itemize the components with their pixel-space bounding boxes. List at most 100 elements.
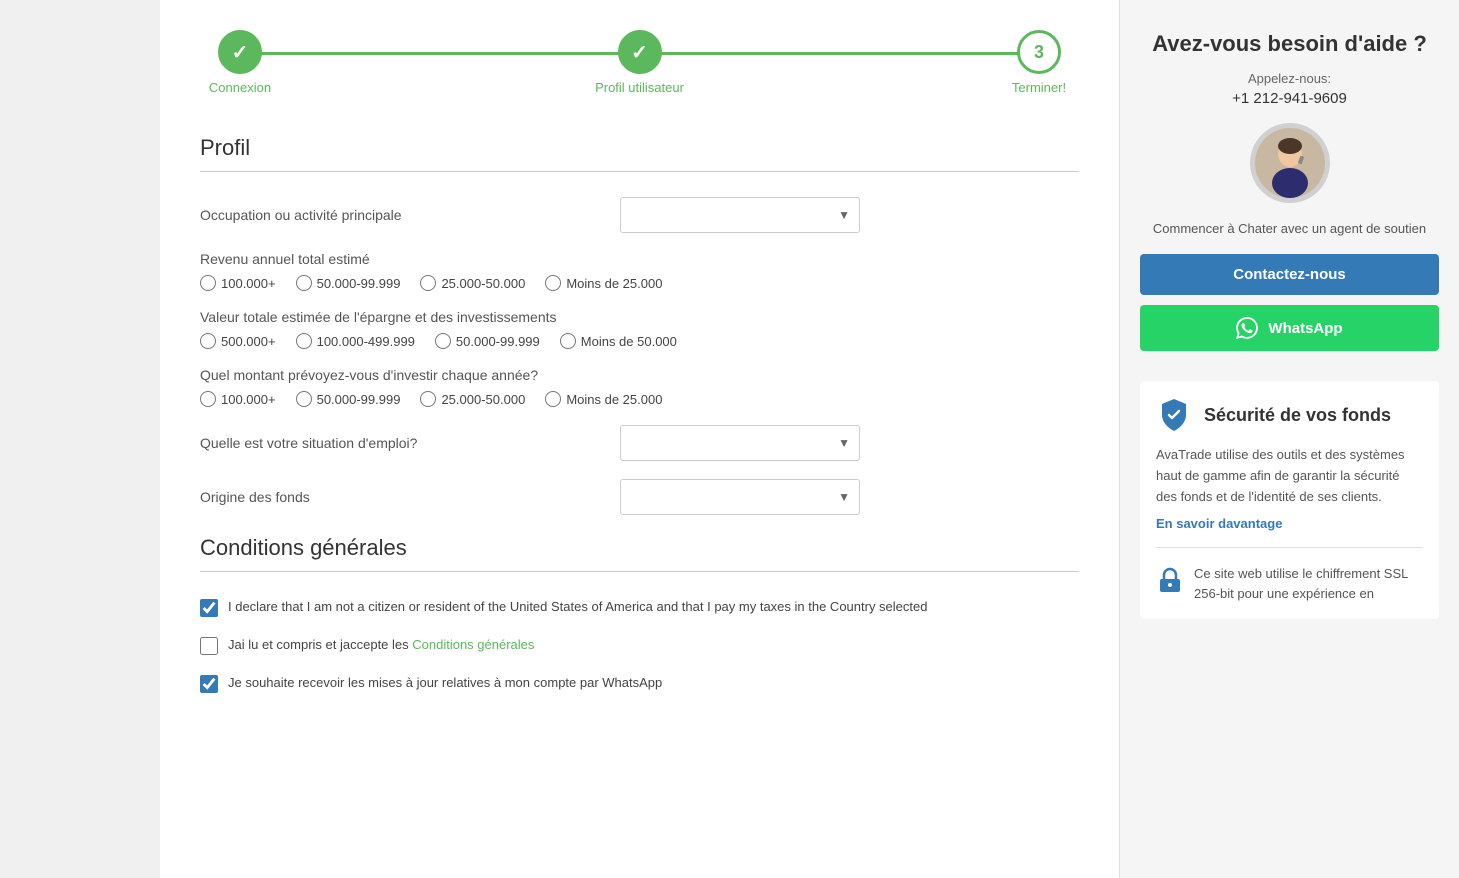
checkbox-1-label[interactable]: I declare that I am not a citizen or res… bbox=[228, 597, 927, 617]
checkbox-2-label: Jai lu et compris et jaccepte les Condit… bbox=[228, 635, 534, 655]
security-header: Sécurité de vos fonds bbox=[1156, 397, 1423, 433]
security-divider bbox=[1156, 547, 1423, 548]
funds-origin-select[interactable]: Salaire Épargne Héritage Investissements bbox=[620, 479, 860, 515]
invest-label-1: 50.000-99.999 bbox=[317, 392, 401, 407]
savings-label-2: 50.000-99.999 bbox=[456, 334, 540, 349]
employment-label: Quelle est votre situation d'emploi? bbox=[200, 435, 620, 451]
funds-origin-select-wrap: Salaire Épargne Héritage Investissements… bbox=[620, 479, 1079, 515]
checkbox-2[interactable] bbox=[200, 637, 218, 655]
invest-label: Quel montant prévoyez-vous d'investir ch… bbox=[200, 367, 1079, 383]
income-option-0[interactable]: 100.000+ bbox=[200, 275, 276, 291]
income-label-1: 50.000-99.999 bbox=[317, 276, 401, 291]
chat-description: Commencer à Chater avec un agent de sout… bbox=[1140, 219, 1439, 239]
invest-option-2[interactable]: 25.000-50.000 bbox=[420, 391, 525, 407]
income-option-1[interactable]: 50.000-99.999 bbox=[296, 275, 401, 291]
security-link[interactable]: En savoir davantage bbox=[1156, 516, 1282, 531]
annual-income-group: 100.000+ 50.000-99.999 25.000-50.000 Moi… bbox=[200, 275, 1079, 291]
employment-select-wrap: Employé Indépendant Sans emploi Retraité… bbox=[620, 425, 1079, 461]
step-profil-circle: ✓ bbox=[618, 30, 662, 74]
shield-icon bbox=[1156, 397, 1192, 433]
income-radio-0[interactable] bbox=[200, 275, 216, 291]
agent-avatar bbox=[1250, 123, 1330, 203]
occupation-row: Occupation ou activité principale Employ… bbox=[200, 197, 1079, 233]
invest-option-1[interactable]: 50.000-99.999 bbox=[296, 391, 401, 407]
annual-income-label: Revenu annuel total estimé bbox=[200, 251, 1079, 267]
checkbox-2-text-before: Jai lu et compris et jaccepte les bbox=[228, 637, 412, 652]
whatsapp-button[interactable]: WhatsApp bbox=[1140, 305, 1439, 351]
lock-icon bbox=[1156, 566, 1184, 594]
invest-option-3[interactable]: Moins de 25.000 bbox=[545, 391, 662, 407]
invest-radio-3[interactable] bbox=[545, 391, 561, 407]
agent-avatar-image bbox=[1255, 128, 1325, 198]
invest-label-3: Moins de 25.000 bbox=[566, 392, 662, 407]
invest-radio-2[interactable] bbox=[420, 391, 436, 407]
employment-row: Quelle est votre situation d'emploi? Emp… bbox=[200, 425, 1079, 461]
savings-label-1: 100.000-499.999 bbox=[317, 334, 415, 349]
savings-option-0[interactable]: 500.000+ bbox=[200, 333, 276, 349]
contact-button[interactable]: Contactez-nous bbox=[1140, 254, 1439, 295]
whatsapp-icon bbox=[1236, 317, 1258, 339]
security-section: Sécurité de vos fonds AvaTrade utilise d… bbox=[1140, 381, 1439, 619]
savings-radio-0[interactable] bbox=[200, 333, 216, 349]
conditions-divider bbox=[200, 571, 1079, 572]
step-connexion-circle: ✓ bbox=[218, 30, 262, 74]
step-connexion-label: Connexion bbox=[209, 80, 271, 95]
checkbox-row-3: Je souhaite recevoir les mises à jour re… bbox=[200, 673, 1079, 693]
invest-group: 100.000+ 50.000-99.999 25.000-50.000 Moi… bbox=[200, 391, 1079, 407]
checkbox-3-label[interactable]: Je souhaite recevoir les mises à jour re… bbox=[228, 673, 662, 693]
savings-option-2[interactable]: 50.000-99.999 bbox=[435, 333, 540, 349]
main-content: ✓ Connexion ✓ Profil utilisateur 3 Termi… bbox=[160, 0, 1119, 878]
checkbox-3[interactable] bbox=[200, 675, 218, 693]
annual-income-section: Revenu annuel total estimé 100.000+ 50.0… bbox=[200, 251, 1079, 291]
savings-label: Valeur totale estimée de l'épargne et de… bbox=[200, 309, 1079, 325]
checkbox-row-2: Jai lu et compris et jaccepte les Condit… bbox=[200, 635, 1079, 655]
conditions-link[interactable]: Conditions générales bbox=[412, 637, 534, 652]
income-label-2: 25.000-50.000 bbox=[441, 276, 525, 291]
step-terminer-circle: 3 bbox=[1017, 30, 1061, 74]
income-option-2[interactable]: 25.000-50.000 bbox=[420, 275, 525, 291]
conditions-section-title: Conditions générales bbox=[200, 535, 1079, 561]
occupation-label: Occupation ou activité principale bbox=[200, 207, 620, 223]
ssl-text: Ce site web utilise le chiffrement SSL 2… bbox=[1194, 564, 1423, 603]
savings-radio-3[interactable] bbox=[560, 333, 576, 349]
income-option-3[interactable]: Moins de 25.000 bbox=[545, 275, 662, 291]
income-radio-1[interactable] bbox=[296, 275, 312, 291]
invest-radio-0[interactable] bbox=[200, 391, 216, 407]
savings-label-0: 500.000+ bbox=[221, 334, 276, 349]
funds-origin-label: Origine des fonds bbox=[200, 489, 620, 505]
stepper: ✓ Connexion ✓ Profil utilisateur 3 Termi… bbox=[200, 30, 1079, 95]
funds-origin-row: Origine des fonds Salaire Épargne Hérita… bbox=[200, 479, 1079, 515]
security-text: AvaTrade utilise des outils et des systè… bbox=[1156, 445, 1423, 507]
step-terminer: 3 Terminer! bbox=[999, 30, 1079, 95]
income-radio-2[interactable] bbox=[420, 275, 436, 291]
savings-section: Valeur totale estimée de l'épargne et de… bbox=[200, 309, 1079, 349]
checkbox-1[interactable] bbox=[200, 599, 218, 617]
savings-option-3[interactable]: Moins de 50.000 bbox=[560, 333, 677, 349]
occupation-select[interactable]: Employé Indépendant Retraité Étudiant bbox=[620, 197, 860, 233]
step-profil-label: Profil utilisateur bbox=[595, 80, 684, 95]
help-section: Avez-vous besoin d'aide ? Appelez-nous: … bbox=[1140, 30, 1439, 351]
savings-radio-2[interactable] bbox=[435, 333, 451, 349]
whatsapp-label: WhatsApp bbox=[1268, 320, 1342, 337]
step-connexion: ✓ Connexion bbox=[200, 30, 280, 95]
income-label-3: Moins de 25.000 bbox=[566, 276, 662, 291]
savings-radio-1[interactable] bbox=[296, 333, 312, 349]
invest-label-0: 100.000+ bbox=[221, 392, 276, 407]
step-profil: ✓ Profil utilisateur bbox=[595, 30, 684, 95]
income-label-0: 100.000+ bbox=[221, 276, 276, 291]
help-phone-label: Appelez-nous: bbox=[1140, 71, 1439, 86]
step-terminer-label: Terminer! bbox=[1012, 80, 1066, 95]
right-sidebar: Avez-vous besoin d'aide ? Appelez-nous: … bbox=[1119, 0, 1459, 878]
occupation-select-wrap: Employé Indépendant Retraité Étudiant ▼ bbox=[620, 197, 1079, 233]
help-phone-number: +1 212-941-9609 bbox=[1140, 90, 1439, 107]
invest-option-0[interactable]: 100.000+ bbox=[200, 391, 276, 407]
savings-option-1[interactable]: 100.000-499.999 bbox=[296, 333, 415, 349]
invest-label-2: 25.000-50.000 bbox=[441, 392, 525, 407]
employment-select[interactable]: Employé Indépendant Sans emploi Retraité bbox=[620, 425, 860, 461]
invest-section: Quel montant prévoyez-vous d'investir ch… bbox=[200, 367, 1079, 407]
help-title: Avez-vous besoin d'aide ? bbox=[1140, 30, 1439, 59]
invest-radio-1[interactable] bbox=[296, 391, 312, 407]
income-radio-3[interactable] bbox=[545, 275, 561, 291]
profil-divider bbox=[200, 171, 1079, 172]
savings-label-3: Moins de 50.000 bbox=[581, 334, 677, 349]
